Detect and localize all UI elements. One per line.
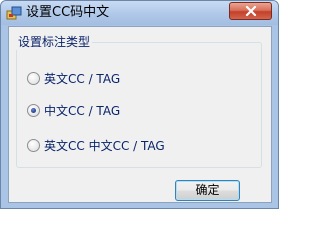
radio-button[interactable] xyxy=(27,139,40,152)
option-label: 英文CC 中文CC / TAG xyxy=(44,139,165,153)
radio-button[interactable] xyxy=(27,72,40,85)
ok-button[interactable]: 确定 xyxy=(175,180,240,201)
window-title: 设置CC码中文 xyxy=(26,5,110,20)
close-icon xyxy=(245,5,257,17)
option-label: 英文CC / TAG xyxy=(44,72,121,86)
title-bar[interactable]: 设置CC码中文 xyxy=(1,1,278,25)
radio-selected-dot xyxy=(31,108,36,113)
app-icon xyxy=(6,6,22,20)
dialog-client-area: 设置标注类型 英文CC / TAG 中文CC / TAG 英文CC 中文CC /… xyxy=(8,26,272,203)
close-button[interactable] xyxy=(229,2,272,20)
groupbox-title: 设置标注类型 xyxy=(16,35,93,50)
option-label: 中文CC / TAG xyxy=(44,104,121,118)
dialog-window: 设置CC码中文 设置标注类型 英文CC / TAG 中文CC / TAG 英文C… xyxy=(0,0,279,209)
radio-button-selected[interactable] xyxy=(27,104,40,117)
